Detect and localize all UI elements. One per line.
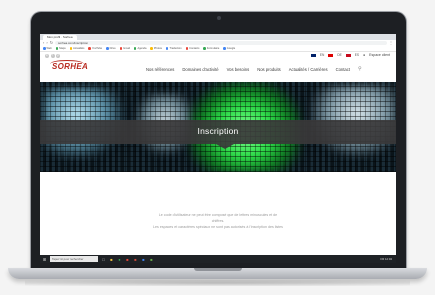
bookmark-label: Formulaire	[206, 47, 220, 50]
page-title: Inscription	[197, 126, 239, 136]
info-text-line: Les espaces et caractères spéciaux ne so…	[153, 225, 283, 229]
bookmark-favicon-icon	[106, 47, 109, 50]
client-area-link[interactable]: Espace client	[369, 53, 390, 57]
laptop-shadow	[25, 280, 410, 286]
bookmark-favicon-icon	[43, 47, 46, 50]
social-links: in f yt	[45, 54, 60, 58]
task-view-icon[interactable]: □	[101, 257, 106, 262]
bookmark-favicon-icon	[119, 47, 123, 50]
search-icon[interactable]: ⚲	[358, 67, 362, 72]
system-tray[interactable]: FR 12:04	[380, 257, 394, 261]
lang-en[interactable]: EN	[320, 53, 324, 57]
title-pointer	[216, 144, 234, 149]
nav-item[interactable]: Contact	[336, 67, 350, 72]
bookmark-favicon-icon	[203, 47, 206, 50]
flag-es-icon[interactable]	[345, 53, 351, 57]
bookmark-label: Traduction	[169, 47, 182, 50]
bookmark-favicon-icon	[223, 47, 226, 50]
bookmark-item[interactable]: Actualités	[69, 47, 85, 50]
bookmark-label: Photos	[153, 47, 162, 50]
lang-de[interactable]: DE	[337, 53, 341, 57]
bookmark-favicon-icon	[88, 47, 91, 50]
back-icon[interactable]: ‹	[43, 40, 44, 46]
reload-icon[interactable]: ↻	[50, 40, 53, 46]
flag-en-icon[interactable]	[310, 53, 316, 57]
nav-item[interactable]: Domaines d'activité	[182, 67, 218, 72]
browser-tab[interactable]: Mon profil · Sorhea	[43, 34, 77, 40]
bookmark-label: Actualités	[73, 47, 85, 50]
bookmark-label: Gmail	[123, 47, 130, 50]
explorer-icon[interactable]: ■	[109, 257, 114, 262]
flag-de-icon[interactable]	[328, 53, 334, 57]
main-nav: Nos références Domaines d'activité Vos bes…	[146, 67, 362, 73]
bookmark-item[interactable]: Google	[223, 47, 235, 50]
os-taskbar: ⊞ Tapez ici pour rechercher □ ■ ● ■ ■ ■ …	[40, 255, 396, 263]
app-icon[interactable]: ■	[141, 257, 146, 262]
bookmark-label: Contacts	[189, 47, 200, 50]
bookmark-label: Agenda	[137, 47, 147, 50]
nav-item[interactable]: Nos produits	[257, 67, 281, 72]
bookmark-label: Google	[226, 47, 236, 50]
user-icon[interactable]: ●	[363, 53, 365, 57]
nav-item[interactable]: Vos besoins	[227, 67, 250, 72]
bookmark-item[interactable]: Gmail	[119, 47, 130, 50]
app-icon[interactable]: ■	[133, 257, 138, 262]
social-icon[interactable]: f	[50, 54, 55, 58]
language-bar: EN DE ES ● Espace client	[310, 53, 390, 57]
sorhea-logo[interactable]: SORHEA	[52, 62, 88, 71]
bookmark-item[interactable]: Maps	[55, 47, 66, 50]
bookmark-favicon-icon	[69, 47, 73, 50]
bookmark-item[interactable]: Contacts	[185, 47, 200, 50]
site-header: in f yt EN DE ES ● Espace client SORHEA No…	[40, 52, 396, 82]
bookmark-item[interactable]: Web	[43, 47, 52, 50]
bookmark-favicon-icon	[133, 47, 137, 50]
bookmark-favicon-icon	[165, 47, 169, 50]
bookmark-favicon-icon	[150, 47, 153, 50]
forward-icon[interactable]: ›	[46, 40, 47, 46]
app-icon[interactable]: ■	[149, 257, 154, 262]
bookmark-item[interactable]: Agenda	[133, 47, 147, 50]
social-icon[interactable]: yt	[56, 54, 60, 58]
bookmark-label: YouTube	[91, 47, 103, 50]
menu-icon[interactable]: ⋮	[389, 40, 393, 46]
laptop-screen: Mon profil · Sorhea ‹ › ↻ sorhea.com/ins…	[40, 34, 396, 263]
webcam-dot	[217, 16, 221, 20]
bookmark-label: Maps	[59, 47, 66, 50]
app-icon[interactable]: ■	[125, 257, 130, 262]
windows-start-icon[interactable]: ⊞	[42, 257, 47, 262]
bookmark-item[interactable]: Drive	[106, 47, 116, 50]
bookmark-item[interactable]: Photos	[150, 47, 162, 50]
bookmark-item[interactable]: YouTube	[88, 47, 102, 50]
bookmark-favicon-icon	[55, 47, 59, 50]
lang-es[interactable]: ES	[355, 53, 359, 57]
taskbar-search[interactable]: Tapez ici pour rechercher	[50, 256, 98, 262]
bookmark-label: Drive	[109, 47, 116, 50]
bookmark-favicon-icon	[185, 47, 189, 50]
bookmark-label: Web	[46, 47, 52, 50]
nav-item[interactable]: Nos références	[146, 67, 174, 72]
base-notch	[194, 268, 242, 271]
bookmark-item[interactable]: Traduction	[165, 47, 182, 50]
chrome-icon[interactable]: ●	[117, 257, 122, 262]
social-icon[interactable]: in	[45, 54, 49, 58]
nav-item[interactable]: Actualités / Carrières	[289, 67, 328, 72]
laptop-base	[8, 268, 427, 279]
address-bar[interactable]: sorhea.com/inscription	[55, 41, 387, 45]
bookmark-item[interactable]: Formulaire	[203, 47, 219, 50]
page-content: Le code d'utilisateur ne peut être compo…	[40, 212, 396, 230]
